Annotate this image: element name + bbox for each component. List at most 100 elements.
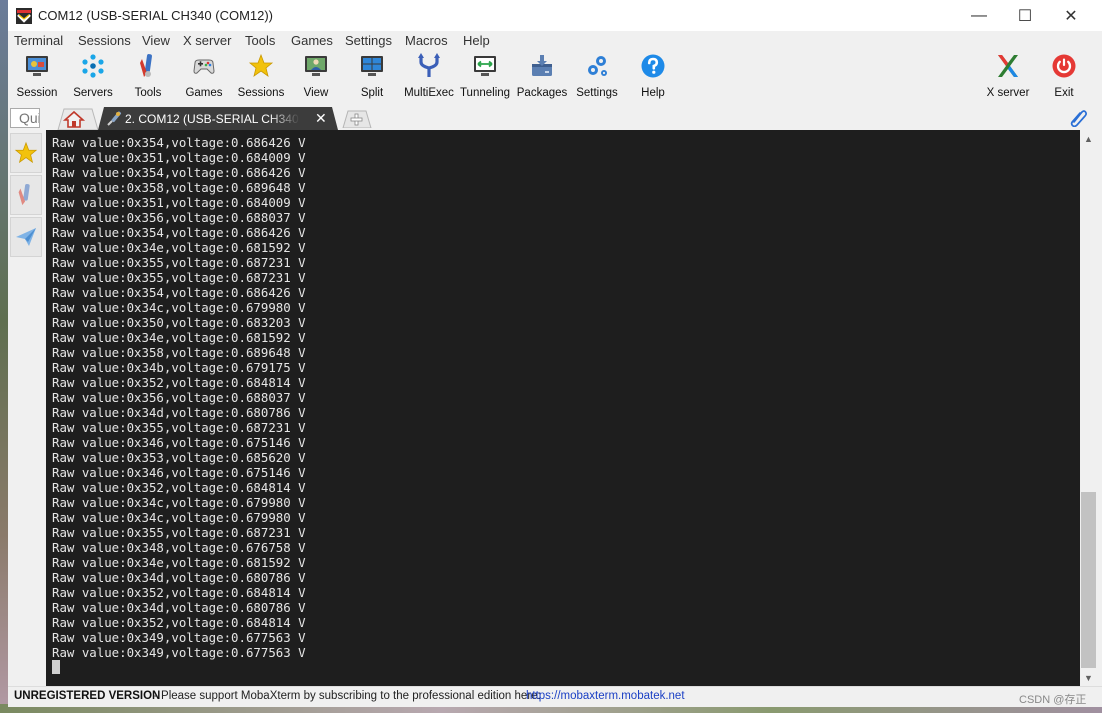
terminal-line: Raw value:0x34e,voltage:0.681592 V bbox=[52, 240, 306, 255]
menu-bar: Terminal Sessions View X server Tools Ga… bbox=[8, 31, 1102, 51]
split-screen-icon bbox=[361, 56, 383, 76]
terminal-line: Raw value:0x354,voltage:0.686426 V bbox=[52, 135, 306, 150]
mobatek-link[interactable]: https://mobaxterm.mobatek.net bbox=[526, 690, 685, 702]
menu-macros[interactable]: Macros bbox=[405, 33, 448, 48]
terminal-line: Raw value:0x350,voltage:0.683203 V bbox=[52, 315, 306, 330]
packages-box-icon bbox=[532, 55, 552, 76]
scroll-down-arrow[interactable]: ▼ bbox=[1080, 669, 1097, 686]
terminal-line: Raw value:0x34b,voltage:0.679175 V bbox=[52, 360, 306, 375]
games-label: Games bbox=[185, 87, 223, 99]
scroll-up-arrow[interactable]: ▲ bbox=[1080, 130, 1097, 147]
quick-connect-input[interactable]: Quick connect... bbox=[10, 108, 40, 128]
unregistered-label: UNREGISTERED VERSION bbox=[14, 690, 161, 702]
scrollbar-thumb[interactable] bbox=[1081, 492, 1096, 668]
packages-label: Packages bbox=[516, 87, 568, 99]
exit-button[interactable]: Exit bbox=[1050, 53, 1078, 101]
home-tab[interactable] bbox=[52, 108, 98, 130]
mobaxterm-app-icon bbox=[16, 8, 32, 24]
view-monitor-icon bbox=[305, 56, 327, 76]
terminal-line: Raw value:0x355,voltage:0.687231 V bbox=[52, 420, 306, 435]
help-button[interactable]: Help bbox=[638, 53, 668, 101]
x-server-button[interactable]: X server bbox=[984, 53, 1032, 101]
terminal-line: Raw value:0x355,voltage:0.687231 V bbox=[52, 255, 306, 270]
tab-strip: Quick connect... 2. COM12 (USB-SERIAL CH… bbox=[8, 103, 1102, 130]
star-icon bbox=[14, 141, 38, 164]
terminal-line: Raw value:0x352,voltage:0.684814 V bbox=[52, 375, 306, 390]
x-server-label: X server bbox=[986, 87, 1030, 99]
terminal-line: Raw value:0x352,voltage:0.684814 V bbox=[52, 615, 306, 630]
multiexec-label: MultiExec bbox=[404, 87, 454, 99]
sessions-button[interactable]: Sessions bbox=[236, 53, 286, 101]
view-button[interactable]: View bbox=[300, 53, 332, 101]
desktop-background bbox=[0, 0, 8, 713]
terminal-line: Raw value:0x34c,voltage:0.679980 V bbox=[52, 510, 306, 525]
servers-button[interactable]: Servers bbox=[70, 53, 116, 101]
terminal-line: Raw value:0x356,voltage:0.688037 V bbox=[52, 210, 306, 225]
tunneling-monitor-icon bbox=[474, 56, 496, 76]
terminal-line: Raw value:0x351,voltage:0.684009 V bbox=[52, 150, 306, 165]
packages-button[interactable]: Packages bbox=[517, 53, 567, 101]
minimize-button[interactable]: — bbox=[956, 0, 1002, 31]
menu-sessions[interactable]: Sessions bbox=[78, 33, 131, 48]
menu-help[interactable]: Help bbox=[463, 33, 490, 48]
menu-tools[interactable]: Tools bbox=[245, 33, 275, 48]
terminal-output[interactable]: Raw value:0x354,voltage:0.686426 V Raw v… bbox=[46, 130, 1080, 686]
session-label: Session bbox=[16, 87, 58, 99]
servers-label: Servers bbox=[73, 87, 113, 99]
exit-label: Exit bbox=[1054, 87, 1074, 99]
multiexec-button[interactable]: MultiExec bbox=[403, 53, 455, 101]
terminal-line: Raw value:0x349,voltage:0.677563 V bbox=[52, 645, 306, 660]
star-icon bbox=[248, 53, 274, 77]
x-server-icon bbox=[998, 55, 1018, 77]
terminal-line: Raw value:0x349,voltage:0.677563 V bbox=[52, 630, 306, 645]
terminal-line: Raw value:0x352,voltage:0.684814 V bbox=[52, 585, 306, 600]
terminal-line: Raw value:0x358,voltage:0.689648 V bbox=[52, 345, 306, 360]
new-tab-button[interactable] bbox=[340, 110, 374, 128]
terminal-line: Raw value:0x34e,voltage:0.681592 V bbox=[52, 555, 306, 570]
terminal-line: Raw value:0x355,voltage:0.687231 V bbox=[52, 270, 306, 285]
settings-button[interactable]: Settings bbox=[576, 53, 618, 101]
title-bar[interactable]: COM12 (USB-SERIAL CH340 (COM12)) — ☐ ✕ bbox=[8, 0, 1102, 31]
close-window-button[interactable]: ✕ bbox=[1048, 0, 1094, 31]
sidebar-sessions-button[interactable] bbox=[10, 133, 42, 173]
close-tab-icon[interactable]: ✕ bbox=[315, 110, 327, 127]
terminal-line: Raw value:0x356,voltage:0.688037 V bbox=[52, 390, 306, 405]
send-plane-icon bbox=[16, 228, 36, 246]
split-button[interactable]: Split bbox=[356, 53, 388, 101]
maximize-button[interactable]: ☐ bbox=[1002, 0, 1048, 31]
terminal-line: Raw value:0x354,voltage:0.686426 V bbox=[52, 225, 306, 240]
menu-view[interactable]: View bbox=[142, 33, 170, 48]
games-button[interactable]: Games bbox=[184, 53, 224, 101]
sidebar-sftp-button[interactable] bbox=[10, 217, 42, 257]
window-title: COM12 (USB-SERIAL CH340 (COM12)) bbox=[38, 8, 274, 23]
sidebar-tools-button[interactable] bbox=[10, 175, 42, 215]
fork-icon bbox=[418, 53, 440, 77]
view-label: View bbox=[303, 87, 329, 99]
sidebar bbox=[8, 130, 46, 686]
session-button[interactable]: Session bbox=[16, 53, 58, 101]
terminal-line: Raw value:0x34d,voltage:0.680786 V bbox=[52, 570, 306, 585]
terminal-line: Raw value:0x348,voltage:0.676758 V bbox=[52, 540, 306, 555]
help-label: Help bbox=[641, 87, 665, 99]
tools-icon bbox=[18, 183, 30, 206]
menu-games[interactable]: Games bbox=[291, 33, 333, 48]
tools-button[interactable]: Tools bbox=[130, 53, 166, 101]
menu-settings[interactable]: Settings bbox=[345, 33, 392, 48]
tools-icon bbox=[140, 54, 152, 77]
menu-terminal[interactable]: Terminal bbox=[14, 33, 63, 48]
terminal-cursor bbox=[52, 660, 60, 674]
terminal-line: Raw value:0x353,voltage:0.685620 V bbox=[52, 450, 306, 465]
session-monitor-icon bbox=[26, 56, 48, 76]
sessions-label: Sessions bbox=[237, 87, 285, 99]
terminal-scrollbar[interactable]: ▲ ▼ bbox=[1080, 130, 1097, 686]
paperclip-icon[interactable] bbox=[1068, 107, 1088, 127]
status-bar: UNREGISTERED VERSION - Please support Mo… bbox=[8, 686, 1102, 707]
terminal-line: Raw value:0x352,voltage:0.684814 V bbox=[52, 480, 306, 495]
settings-label: Settings bbox=[576, 87, 618, 99]
support-message: - Please support MobaXterm by subscribin… bbox=[154, 690, 541, 702]
terminal-line: Raw value:0x34c,voltage:0.679980 V bbox=[52, 300, 306, 315]
mobaxterm-window: COM12 (USB-SERIAL CH340 (COM12)) — ☐ ✕ T… bbox=[8, 0, 1102, 707]
menu-x-server[interactable]: X server bbox=[183, 33, 231, 48]
tab-com12[interactable]: 2. COM12 (USB-SERIAL CH340 (COM12)) ✕ bbox=[98, 107, 338, 130]
tunneling-button[interactable]: Tunneling bbox=[460, 53, 510, 101]
